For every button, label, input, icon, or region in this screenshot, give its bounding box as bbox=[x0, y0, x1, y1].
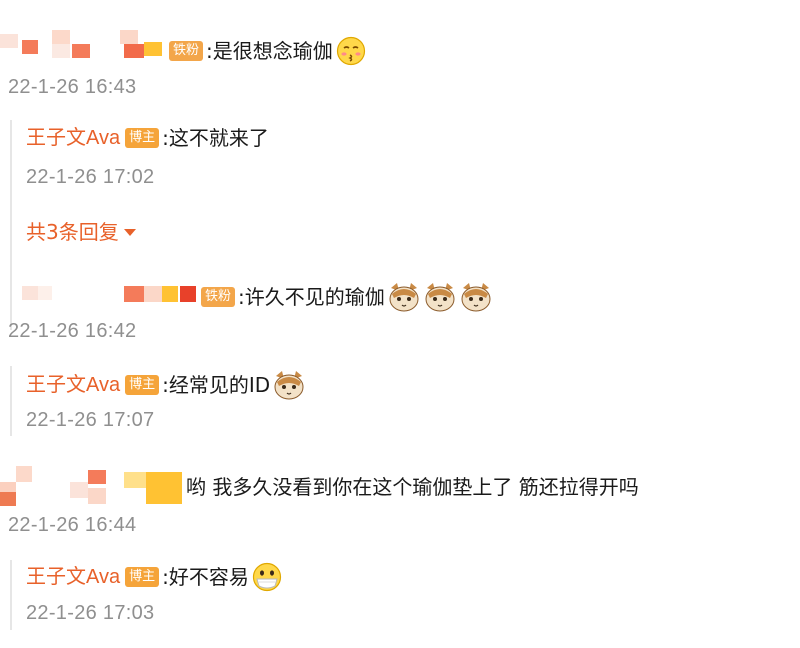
reply-line: 王子文Ava 博主 :好不容易 bbox=[26, 562, 282, 592]
reply-author-link[interactable]: 王子文Ava bbox=[26, 125, 120, 151]
comment-text: :是很想念瑜伽 bbox=[206, 39, 333, 63]
comment-text: :许久不见的瑜伽 bbox=[238, 285, 385, 309]
reply-timestamp: 22-1-26 17:02 bbox=[26, 166, 155, 188]
cat-sticker-icon bbox=[425, 283, 455, 312]
comment-line: 哟 我多久没看到你在这个瑜伽垫上了 筋还拉得开吗 bbox=[186, 474, 639, 500]
mask-emoji-icon bbox=[252, 562, 281, 592]
caret-down-icon bbox=[123, 228, 136, 236]
cat-sticker-icon bbox=[461, 283, 491, 312]
blogger-badge: 博主 bbox=[125, 375, 160, 395]
pixelated-username bbox=[0, 280, 200, 306]
reply-divider bbox=[10, 366, 12, 436]
comment-text: 哟 我多久没看到你在这个瑜伽垫上了 筋还拉得开吗 bbox=[186, 475, 639, 499]
pixelated-username bbox=[0, 462, 190, 510]
reply-line: 王子文Ava 博主 :这不就来了 bbox=[26, 125, 269, 151]
fan-badge: 铁粉 bbox=[201, 287, 236, 307]
comment-timestamp: 22-1-26 16:43 bbox=[8, 76, 137, 98]
reply-text: :好不容易 bbox=[162, 565, 249, 589]
view-replies-label[interactable]: 共3条回复 bbox=[26, 216, 119, 245]
reply-timestamp: 22-1-26 17:03 bbox=[26, 602, 155, 624]
comment-timestamp: 22-1-26 16:44 bbox=[8, 514, 137, 536]
reply-divider bbox=[10, 560, 12, 630]
pixelated-username bbox=[0, 24, 168, 60]
reply-author-link[interactable]: 王子文Ava bbox=[26, 564, 120, 590]
comment-line: 铁粉 :许久不见的瑜伽 bbox=[196, 280, 493, 314]
cat-sticker-icon bbox=[389, 283, 419, 312]
comment-line: 铁粉 :是很想念瑜伽 bbox=[164, 36, 366, 66]
kiss-emoji-icon bbox=[336, 36, 365, 66]
cat-sticker-icon bbox=[274, 371, 304, 400]
comment-timestamp: 22-1-26 16:42 bbox=[8, 320, 137, 342]
view-replies-button[interactable]: 共3条回复 bbox=[26, 216, 136, 245]
fan-badge: 铁粉 bbox=[169, 41, 204, 61]
reply-text: :经常见的ID bbox=[162, 373, 271, 397]
reply-timestamp: 22-1-26 17:07 bbox=[26, 409, 155, 431]
reply-author-link[interactable]: 王子文Ava bbox=[26, 372, 120, 398]
reply-line: 王子文Ava 博主 :经常见的ID bbox=[26, 368, 306, 402]
blogger-badge: 博主 bbox=[125, 567, 160, 587]
blogger-badge: 博主 bbox=[125, 128, 160, 148]
reply-text: :这不就来了 bbox=[162, 126, 269, 150]
